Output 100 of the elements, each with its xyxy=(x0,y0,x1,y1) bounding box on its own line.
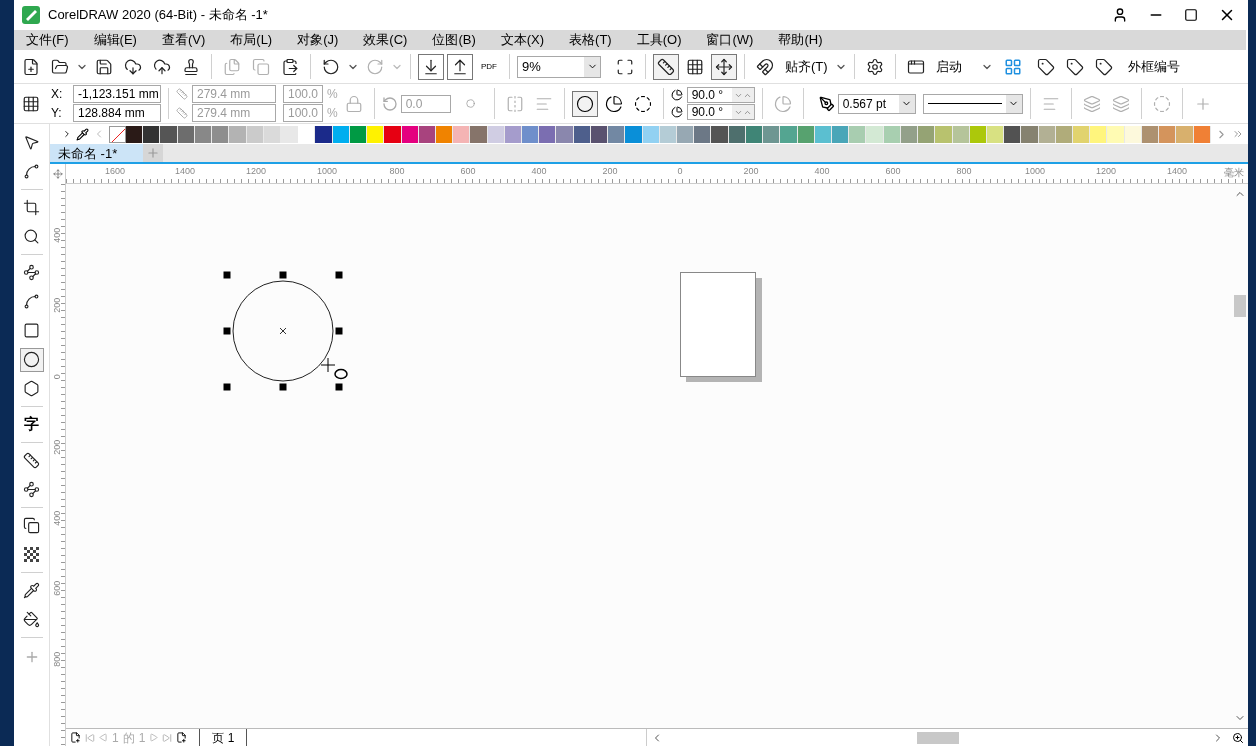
ruler-label: 1200 xyxy=(246,165,266,178)
color-swatch[interactable] xyxy=(143,125,161,143)
line-style-combo[interactable] xyxy=(922,93,1023,114)
menu-item[interactable]: 文本(X) xyxy=(488,30,557,50)
menu-item[interactable]: 效果(C) xyxy=(351,30,420,50)
pdf-export-button[interactable]: PDF xyxy=(476,53,502,80)
color-swatch[interactable] xyxy=(315,125,333,143)
document-tab[interactable]: 未命名 -1* xyxy=(50,144,143,162)
import-icon[interactable] xyxy=(418,53,444,80)
width-icon xyxy=(176,88,188,100)
ruler-label: 200 xyxy=(743,165,759,178)
page-of-label: 的 xyxy=(122,729,135,746)
y-label: Y: xyxy=(51,105,63,122)
ruler-label: 1000 xyxy=(317,165,337,178)
color-swatch[interactable] xyxy=(694,125,712,143)
ruler-label: 800 xyxy=(956,165,972,178)
ruler-label: 400 xyxy=(531,165,547,178)
ellipse-cursor-icon xyxy=(320,358,350,380)
plus-icon xyxy=(146,146,160,160)
app-logo-icon xyxy=(22,6,40,24)
add-page-icon[interactable] xyxy=(176,732,188,743)
scroll-thumb[interactable] xyxy=(916,731,959,744)
ruler-label: 1200 xyxy=(1096,165,1116,178)
y-position-field[interactable]: 128.884 mm xyxy=(73,104,161,122)
zoom-combo[interactable]: 9% xyxy=(517,55,601,78)
ruler-label: 800 xyxy=(51,652,64,667)
color-swatch[interactable] xyxy=(1004,125,1022,143)
launch-button[interactable]: 启动 xyxy=(931,56,966,77)
ruler-unit: 毫米 xyxy=(1224,166,1244,180)
account-icon[interactable] xyxy=(1112,7,1128,23)
color-swatch[interactable] xyxy=(539,125,557,143)
color-swatch[interactable] xyxy=(522,125,540,143)
menu-item[interactable]: 位图(B) xyxy=(420,30,488,50)
color-swatch[interactable] xyxy=(556,125,574,143)
angle-icon xyxy=(670,106,683,118)
maximize-icon[interactable] xyxy=(1184,8,1198,22)
window-title: CorelDRAW 2020 (64-Bit) - 未命名 -1* xyxy=(48,6,268,25)
color-swatch[interactable] xyxy=(160,125,178,143)
color-swatch[interactable] xyxy=(126,125,144,143)
layout-grid-icon[interactable] xyxy=(1003,57,1022,76)
color-swatch[interactable] xyxy=(780,125,798,143)
more-colors-icon[interactable] xyxy=(1232,128,1244,140)
color-swatch[interactable] xyxy=(1073,125,1091,143)
color-swatch[interactable] xyxy=(625,125,643,143)
total-pages: 1 xyxy=(138,729,146,746)
menu-item[interactable]: 文件(F) xyxy=(14,30,81,50)
height-icon xyxy=(176,107,188,119)
menu-item[interactable]: 编辑(E) xyxy=(81,30,149,50)
color-swatch[interactable] xyxy=(453,125,471,143)
color-swatch[interactable] xyxy=(1107,125,1125,143)
zoom-icon[interactable] xyxy=(1232,731,1244,744)
menu-item[interactable]: 工具(O) xyxy=(624,30,694,50)
color-swatch[interactable] xyxy=(1021,125,1039,143)
no-color-swatch[interactable] xyxy=(109,125,126,143)
color-swatch[interactable] xyxy=(677,125,695,143)
add-page-icon[interactable] xyxy=(70,732,81,743)
color-swatch[interactable] xyxy=(212,125,230,143)
color-swatch[interactable] xyxy=(1176,125,1194,143)
menu-item[interactable]: 窗口(W) xyxy=(694,30,766,50)
rulers-toggle-icon[interactable] xyxy=(653,53,679,80)
ellipse-mode-icon[interactable] xyxy=(571,90,598,117)
outline-numbering-button[interactable]: 外框编号 xyxy=(1119,56,1188,77)
eyedropper-icon[interactable] xyxy=(76,127,89,141)
page-tab[interactable]: 页 1 xyxy=(199,729,248,746)
text-tool[interactable]: 字 xyxy=(19,412,44,437)
menu-item[interactable]: 帮助(H) xyxy=(766,30,835,50)
percent-sign: % xyxy=(327,86,338,103)
menu-item[interactable]: 对象(J) xyxy=(285,30,351,50)
ruler-label: 600 xyxy=(885,165,901,178)
snap-button[interactable]: 贴齐(T) xyxy=(781,56,832,77)
guidelines-toggle-icon[interactable] xyxy=(711,53,737,80)
start-angle-field[interactable]: 90.0 ° xyxy=(686,87,755,103)
rotate-icon xyxy=(381,95,398,112)
color-swatch[interactable] xyxy=(849,125,867,143)
color-swatch[interactable] xyxy=(1090,125,1108,143)
ruler-origin-icon[interactable] xyxy=(52,169,63,179)
menu-item[interactable]: 布局(L) xyxy=(218,30,285,50)
x-label: X: xyxy=(51,86,64,103)
color-swatch[interactable] xyxy=(608,125,626,143)
color-swatch[interactable] xyxy=(367,125,385,143)
color-swatch[interactable] xyxy=(384,125,402,143)
color-swatch[interactable] xyxy=(1159,125,1177,143)
color-swatch[interactable] xyxy=(229,125,247,143)
color-swatch[interactable] xyxy=(763,125,781,143)
ellipse-drawing[interactable] xyxy=(223,271,343,391)
scroll-thumb[interactable] xyxy=(1234,295,1246,317)
color-swatch[interactable] xyxy=(470,125,488,143)
ruler-label: 600 xyxy=(460,165,476,178)
color-swatch[interactable] xyxy=(918,125,936,143)
x-position-field[interactable]: -1,123.151 mm xyxy=(73,85,161,103)
color-swatch[interactable] xyxy=(711,125,729,143)
menu-item[interactable]: 查看(V) xyxy=(149,30,218,50)
menu-item[interactable]: 表格(T) xyxy=(557,30,624,50)
color-swatch[interactable] xyxy=(935,125,953,143)
color-swatch[interactable] xyxy=(866,125,884,143)
export-icon[interactable] xyxy=(447,53,473,80)
ruler-label: 200 xyxy=(51,298,64,313)
end-angle-field[interactable]: 90.0 ° xyxy=(686,104,755,120)
ruler-label: 0 xyxy=(51,373,64,382)
outline-width-combo[interactable]: 0.567 pt xyxy=(837,93,916,114)
